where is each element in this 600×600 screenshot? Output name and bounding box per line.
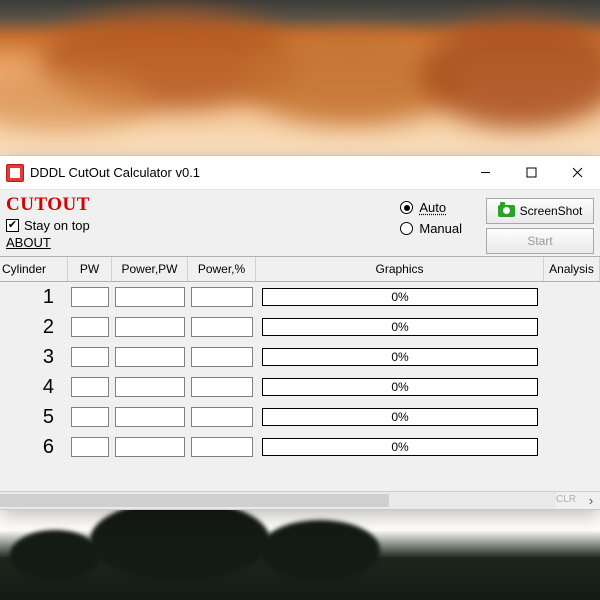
cylinder-number: 4: [0, 376, 68, 399]
checkbox-icon: ✔: [6, 219, 19, 232]
titlebar[interactable]: DDDL CutOut Calculator v0.1: [0, 156, 600, 190]
window-title: DDDL CutOut Calculator v0.1: [30, 165, 200, 180]
table-header-row: Cylinder PW Power,PW Power,% Graphics An…: [0, 256, 600, 282]
cylinder-number: 3: [0, 346, 68, 369]
table-row: 2 0%: [0, 312, 600, 342]
power-pct-input[interactable]: [191, 377, 253, 397]
chevron-right-icon: ›: [589, 493, 593, 508]
close-button[interactable]: [554, 156, 600, 190]
clr-label: CLR: [556, 492, 582, 509]
close-icon: [572, 167, 583, 178]
mode-manual-radio[interactable]: Manual: [400, 221, 462, 236]
cylinder-number: 5: [0, 406, 68, 429]
mode-auto-radio[interactable]: Auto: [400, 200, 462, 215]
cutout-heading: CUTOUT: [6, 194, 90, 216]
power-pw-input[interactable]: [115, 437, 185, 457]
col-pw: PW: [68, 257, 112, 281]
maximize-icon: [526, 167, 537, 178]
col-power-pw: Power,PW: [112, 257, 188, 281]
table-row: 3 0%: [0, 342, 600, 372]
graphics-bar: 0%: [262, 348, 538, 366]
top-controls: CUTOUT ✔ Stay on top ABOUT Auto: [0, 190, 600, 256]
minimize-icon: [480, 167, 491, 178]
tree-silhouette: [90, 500, 270, 580]
col-cylinder: Cylinder: [0, 257, 68, 281]
graphics-bar: 0%: [262, 408, 538, 426]
tree-silhouette: [10, 530, 100, 580]
cylinder-number: 2: [0, 316, 68, 339]
col-analysis: Analysis: [544, 257, 600, 281]
horizontal-scrollbar[interactable]: CLR ›: [0, 491, 600, 509]
maximize-button[interactable]: [508, 156, 554, 190]
table-row: 4 0%: [0, 372, 600, 402]
scrollbar-thumb[interactable]: [0, 494, 389, 507]
table-row: 5 0%: [0, 402, 600, 432]
power-pw-input[interactable]: [115, 317, 185, 337]
start-label: Start: [527, 234, 552, 248]
app-icon: [6, 164, 24, 182]
graphics-bar: 0%: [262, 288, 538, 306]
camera-icon: [498, 205, 515, 217]
minimize-button[interactable]: [462, 156, 508, 190]
graphics-bar: 0%: [262, 378, 538, 396]
power-pct-input[interactable]: [191, 287, 253, 307]
power-pct-input[interactable]: [191, 437, 253, 457]
power-pw-input[interactable]: [115, 347, 185, 367]
col-graphics: Graphics: [256, 257, 544, 281]
cylinder-number: 6: [0, 436, 68, 459]
tree-silhouette: [260, 520, 380, 580]
app-window: DDDL CutOut Calculator v0.1 CUTOUT ✔ Sta…: [0, 155, 600, 510]
desktop-background: DDDL CutOut Calculator v0.1 CUTOUT ✔ Sta…: [0, 0, 600, 600]
graphics-bar: 0%: [262, 438, 538, 456]
start-button[interactable]: Start: [486, 228, 594, 254]
about-link[interactable]: ABOUT: [6, 235, 90, 250]
power-pw-input[interactable]: [115, 377, 185, 397]
scrollbar-track[interactable]: [0, 492, 556, 509]
table-row: 1 0%: [0, 282, 600, 312]
screenshot-label: ScreenShot: [520, 204, 583, 218]
pw-input[interactable]: [71, 437, 109, 457]
client-area: CUTOUT ✔ Stay on top ABOUT Auto: [0, 190, 600, 509]
stay-on-top-checkbox[interactable]: ✔ Stay on top: [6, 218, 90, 233]
pw-input[interactable]: [71, 347, 109, 367]
mode-manual-label: Manual: [419, 221, 462, 236]
mode-auto-label: Auto: [419, 200, 446, 215]
power-pw-input[interactable]: [115, 287, 185, 307]
screenshot-button[interactable]: ScreenShot: [486, 198, 594, 224]
graphics-bar: 0%: [262, 318, 538, 336]
cylinder-number: 1: [0, 286, 68, 309]
pw-input[interactable]: [71, 407, 109, 427]
power-pw-input[interactable]: [115, 407, 185, 427]
scroll-right-button[interactable]: ›: [582, 492, 600, 509]
pw-input[interactable]: [71, 317, 109, 337]
power-pct-input[interactable]: [191, 407, 253, 427]
power-pct-input[interactable]: [191, 347, 253, 367]
radio-icon: [400, 201, 413, 214]
pw-input[interactable]: [71, 287, 109, 307]
cloud-decoration: [420, 18, 600, 128]
table-row: 6 0%: [0, 432, 600, 462]
cylinder-table: Cylinder PW Power,PW Power,% Graphics An…: [0, 256, 600, 491]
col-power-pct: Power,%: [188, 257, 256, 281]
power-pct-input[interactable]: [191, 317, 253, 337]
mode-radio-group: Auto Manual: [400, 200, 462, 236]
pw-input[interactable]: [71, 377, 109, 397]
radio-icon: [400, 222, 413, 235]
stay-on-top-label: Stay on top: [24, 218, 90, 233]
